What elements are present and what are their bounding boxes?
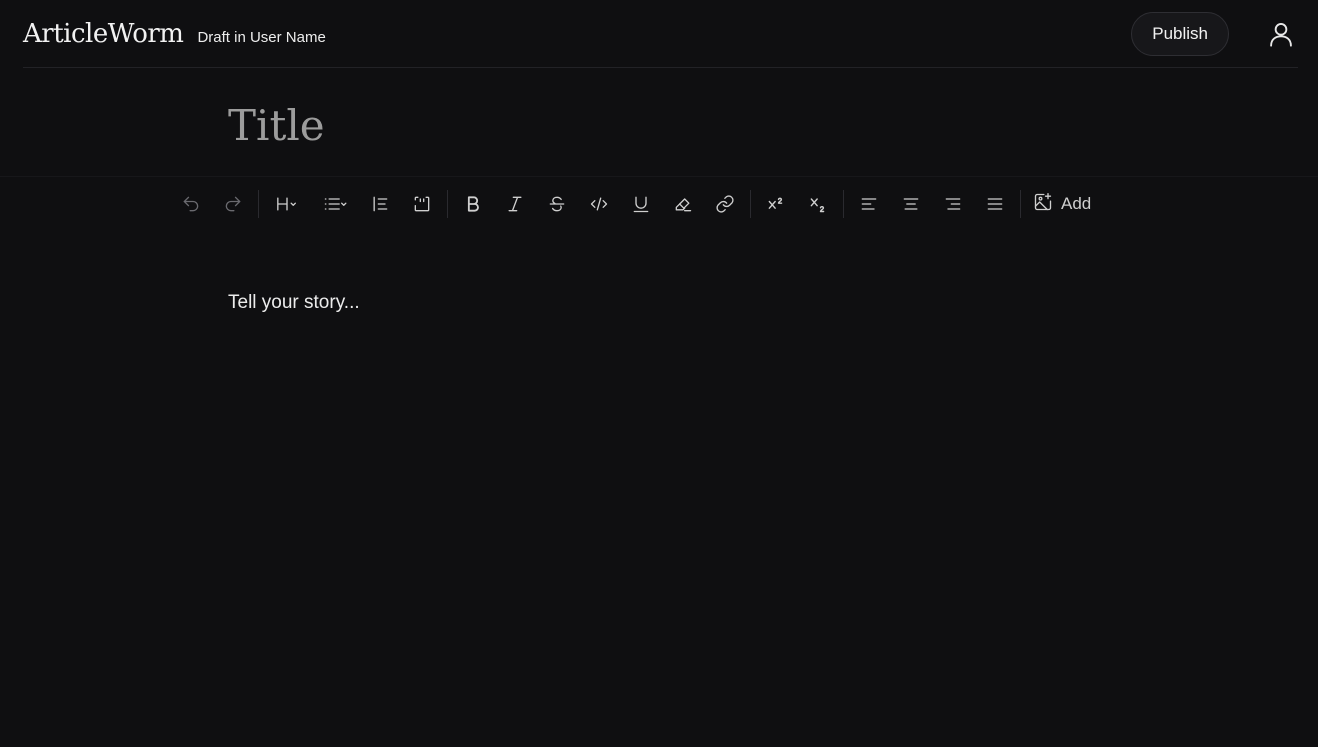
title-area — [0, 67, 1318, 177]
formatting-toolbar: Add — [170, 183, 1099, 225]
undo-icon[interactable] — [170, 184, 212, 224]
list-icon[interactable] — [311, 184, 359, 224]
top-bar: ArticleWorm Draft in User Name Publish — [23, 0, 1298, 68]
redo-icon[interactable] — [212, 184, 254, 224]
align-center-icon[interactable] — [890, 184, 932, 224]
toolbar-divider — [447, 190, 448, 218]
code-icon[interactable] — [578, 184, 620, 224]
superscript-icon[interactable] — [755, 184, 797, 224]
bold-icon[interactable] — [452, 184, 494, 224]
brand: ArticleWorm Draft in User Name — [23, 19, 326, 49]
align-justify-icon[interactable] — [974, 184, 1016, 224]
header-actions: Publish — [1131, 11, 1298, 56]
code-block-icon[interactable] — [401, 184, 443, 224]
blockquote-icon[interactable] — [359, 184, 401, 224]
add-image-icon — [1033, 192, 1053, 217]
italic-icon[interactable] — [494, 184, 536, 224]
story-body-editor[interactable]: Tell your story... — [228, 292, 1088, 314]
align-left-icon[interactable] — [848, 184, 890, 224]
underline-icon[interactable] — [620, 184, 662, 224]
toolbar-divider — [1020, 190, 1021, 218]
user-icon[interactable] — [1267, 20, 1298, 48]
publish-button[interactable]: Publish — [1131, 11, 1229, 56]
draft-status: Draft in User Name — [197, 28, 326, 46]
title-input[interactable] — [228, 101, 1028, 150]
highlight-icon[interactable] — [662, 184, 704, 224]
subscript-icon[interactable] — [797, 184, 839, 224]
link-icon[interactable] — [704, 184, 746, 224]
toolbar-divider — [843, 190, 844, 218]
toolbar-divider — [258, 190, 259, 218]
heading-icon[interactable] — [263, 184, 311, 224]
strikethrough-icon[interactable] — [536, 184, 578, 224]
toolbar-divider — [750, 190, 751, 218]
add-image-button[interactable]: Add — [1025, 184, 1099, 224]
add-label: Add — [1061, 194, 1092, 213]
logo[interactable]: ArticleWorm — [23, 19, 184, 49]
align-right-icon[interactable] — [932, 184, 974, 224]
